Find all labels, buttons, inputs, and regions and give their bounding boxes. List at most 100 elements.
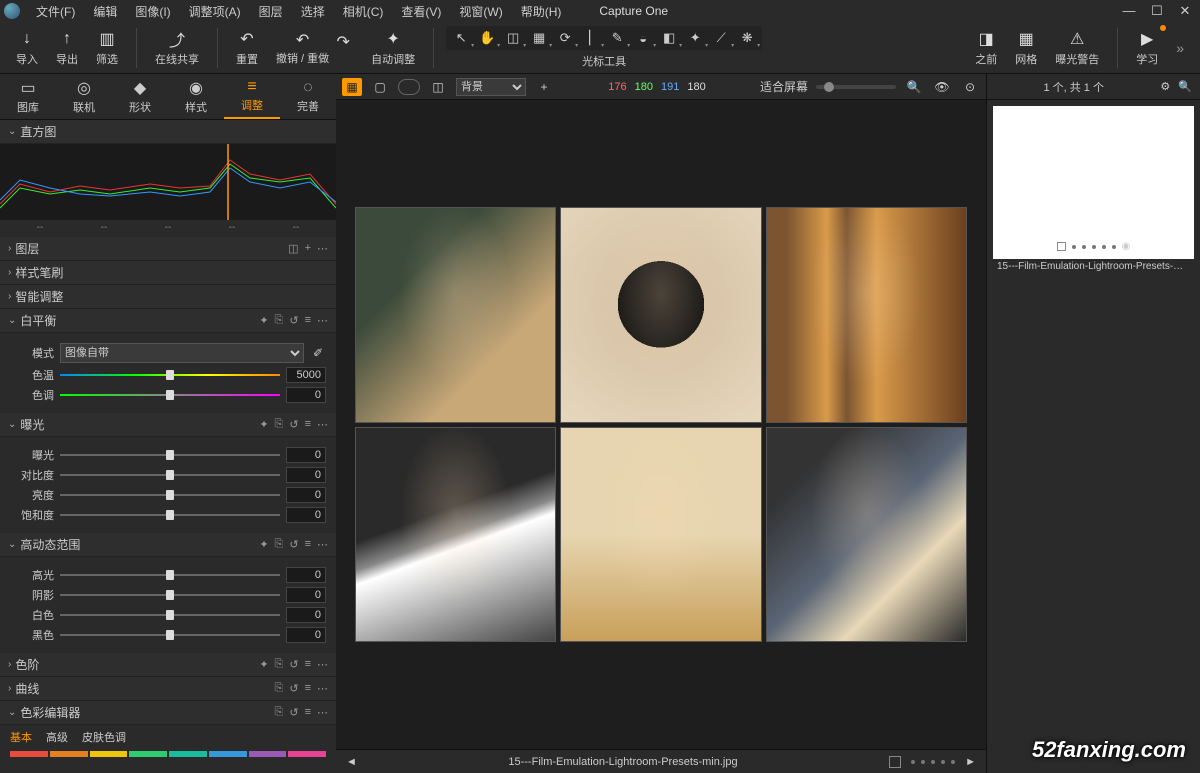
exposure-header[interactable]: ⌄曝光✦⎘↺≡⋯ — [0, 413, 336, 437]
copy-icon[interactable]: ⎘ — [275, 658, 284, 671]
exposure-slider-3[interactable] — [60, 508, 280, 522]
crop-tool-icon[interactable]: ▦ — [528, 28, 550, 48]
exposure-value-0[interactable]: 0 — [286, 447, 326, 463]
wand-icon[interactable]: ✦ — [259, 658, 268, 671]
tab-library[interactable]: ▭图库 — [0, 74, 56, 119]
reset-icon[interactable]: ↺ — [289, 418, 298, 431]
layer-select[interactable]: 背景 — [456, 78, 526, 96]
preset-icon[interactable]: ≡ — [305, 658, 311, 671]
levels-header[interactable]: ›色阶✦⎘↺≡⋯ — [0, 653, 336, 677]
image-viewer[interactable] — [336, 100, 986, 749]
pointer-tool-icon[interactable]: ↖ — [450, 28, 472, 48]
reset-icon[interactable]: ↺ — [289, 706, 298, 719]
menu-image[interactable]: 图像(I) — [127, 1, 178, 22]
redo-icon[interactable]: ↷ — [333, 32, 353, 52]
hdr-header[interactable]: ⌄高动态范围✦⎘↺≡⋯ — [0, 533, 336, 557]
undo-icon[interactable]: ↶ — [293, 30, 313, 50]
tab-shape[interactable]: ◆形状 — [112, 74, 168, 119]
copy-icon[interactable]: ⎘ — [275, 314, 284, 327]
exposure-warning-button[interactable]: ⚠曝光警告 — [1049, 27, 1105, 69]
exposure-slider-1[interactable] — [60, 468, 280, 482]
loupe-tool-icon[interactable]: ❋ — [736, 28, 758, 48]
more-icon[interactable]: ⋯ — [317, 706, 328, 719]
more-icon[interactable]: ⋯ — [317, 418, 328, 431]
keystone-tool-icon[interactable]: ⎢ — [580, 28, 602, 48]
hand-tool-icon[interactable]: ✋ — [476, 28, 498, 48]
tab-adjust[interactable]: ≡调整 — [224, 74, 280, 119]
hdr-slider-0[interactable] — [60, 568, 280, 582]
preset-icon[interactable]: ≡ — [305, 538, 311, 551]
coloredit-tab-advanced[interactable]: 高级 — [46, 729, 68, 745]
hdr-value-1[interactable]: 0 — [286, 587, 326, 603]
view-grid-icon[interactable]: ▦ — [342, 78, 362, 96]
more-icon[interactable]: ⋯ — [317, 314, 328, 327]
hdr-slider-3[interactable] — [60, 628, 280, 642]
menu-edit[interactable]: 编辑 — [85, 1, 125, 22]
pin-icon[interactable]: ⊙ — [960, 78, 980, 96]
prev-icon[interactable]: ◄ — [346, 756, 357, 768]
wand-icon[interactable]: ✦ — [259, 314, 268, 327]
preset-icon[interactable]: ≡ — [305, 418, 311, 431]
hdr-slider-2[interactable] — [60, 608, 280, 622]
hdr-value-3[interactable]: 0 — [286, 627, 326, 643]
layers-header[interactable]: ›图层◫+⋯ — [0, 237, 336, 261]
menu-select[interactable]: 选择 — [293, 1, 333, 22]
layer-mask-icon[interactable]: ◫ — [288, 242, 298, 255]
filter-icon[interactable]: ⚙ — [1160, 80, 1170, 93]
preset-icon[interactable]: ≡ — [305, 314, 311, 327]
coloredit-tab-skin[interactable]: 皮肤色调 — [82, 729, 126, 745]
wb-mode-select[interactable]: 图像自带 — [60, 343, 304, 363]
histogram-header[interactable]: ⌄直方图 — [0, 120, 336, 144]
copy-icon[interactable]: ⎘ — [275, 682, 284, 695]
export-button[interactable]: ↑导出 — [50, 27, 84, 69]
wand-icon[interactable]: ✦ — [259, 418, 268, 431]
thumb-tags[interactable] — [1072, 245, 1116, 249]
zoom-slider[interactable] — [816, 85, 896, 89]
eyedropper-icon[interactable]: ✐ — [310, 346, 326, 360]
proof-toggle[interactable] — [398, 79, 420, 95]
style-brush-header[interactable]: ›样式笔刷 — [0, 261, 336, 285]
exposure-value-3[interactable]: 0 — [286, 507, 326, 523]
copy-icon[interactable]: ⎘ — [275, 706, 284, 719]
more-icon[interactable]: ⋯ — [317, 538, 328, 551]
add-layer-icon[interactable]: + — [534, 78, 554, 96]
grid-button[interactable]: ▦网格 — [1009, 27, 1043, 69]
annotate-tool-icon[interactable]: ⟋ — [710, 28, 732, 48]
zoom-fit-label[interactable]: 适合屏幕 — [760, 78, 808, 95]
window-close-icon[interactable]: ✕ — [1174, 3, 1196, 19]
window-maximize-icon[interactable]: ☐ — [1146, 3, 1168, 19]
wb-temp-slider[interactable] — [60, 368, 280, 382]
reset-icon[interactable]: ↺ — [289, 682, 298, 695]
brush-tool-icon[interactable]: ✎ — [606, 28, 628, 48]
tab-style[interactable]: ◉样式 — [168, 74, 224, 119]
menu-window[interactable]: 视窗(W) — [451, 1, 510, 22]
hdr-value-0[interactable]: 0 — [286, 567, 326, 583]
smart-adjust-header[interactable]: ›智能调整 — [0, 285, 336, 309]
wand-icon[interactable]: ✦ — [259, 538, 268, 551]
rating-box[interactable] — [889, 756, 901, 768]
learn-button[interactable]: ▶学习 — [1130, 27, 1164, 69]
wb-tint-slider[interactable] — [60, 388, 280, 402]
layer-more-icon[interactable]: ⋯ — [317, 242, 328, 255]
color-editor-header[interactable]: ⌄色彩编辑器⎘↺≡⋯ — [0, 701, 336, 725]
auto-adjust-button[interactable]: ✦自动调整 — [365, 27, 421, 69]
curve-header[interactable]: ›曲线⎘↺≡⋯ — [0, 677, 336, 701]
more-icon[interactable]: ⋯ — [317, 682, 328, 695]
thumbnail-selected[interactable]: ◉ — [993, 106, 1194, 259]
more-icon[interactable]: ⋯ — [317, 658, 328, 671]
menu-file[interactable]: 文件(F) — [28, 1, 83, 22]
color-swatches[interactable] — [0, 749, 336, 757]
cull-button[interactable]: ▥筛选 — [90, 27, 124, 69]
hdr-slider-1[interactable] — [60, 588, 280, 602]
rotate-tool-icon[interactable]: ⟳ — [554, 28, 576, 48]
thumb-rating[interactable] — [1057, 242, 1066, 251]
visibility-icon[interactable]: 👁 — [932, 78, 952, 96]
menu-view[interactable]: 查看(V) — [393, 1, 449, 22]
next-icon[interactable]: ► — [965, 756, 976, 768]
heal-tool-icon[interactable]: ✦ — [684, 28, 706, 48]
menu-layer[interactable]: 图层 — [251, 1, 291, 22]
layer-add-icon[interactable]: + — [305, 242, 311, 255]
coloredit-tab-basic[interactable]: 基本 — [10, 729, 32, 745]
reset-icon[interactable]: ↺ — [289, 314, 298, 327]
exposure-value-2[interactable]: 0 — [286, 487, 326, 503]
